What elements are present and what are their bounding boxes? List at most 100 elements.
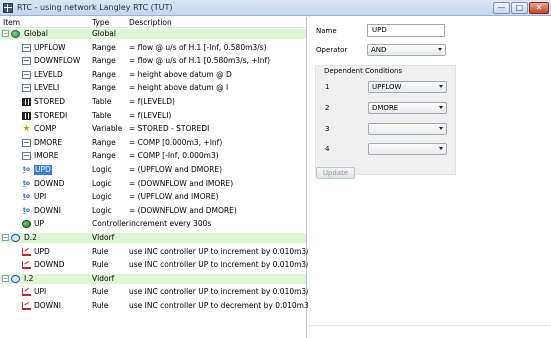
operator-select[interactable]: AND <box>367 44 446 56</box>
tree-row[interactable]: LEVELI Range = height above datum @ I <box>0 83 306 93</box>
tree-row[interactable]: t̲o UPD Logic = (UPFLOW and DMORE) <box>0 165 306 175</box>
tree-item-description: = (UPFLOW and IMORE) <box>129 192 219 202</box>
tree-row[interactable]: DOWND Rule use INC controller UP to increm… <box>0 260 313 270</box>
range-icon <box>22 84 31 93</box>
tree-row[interactable]: ★ COMP Variable = STORED - STOREDI <box>0 124 306 134</box>
tree-item-name: DOWNI <box>34 301 61 310</box>
close-button[interactable]: ✕ <box>529 2 549 14</box>
condition-1-select[interactable]: UPFLOW <box>368 81 447 93</box>
tree-item-type: Controller <box>92 219 129 229</box>
app-icon <box>3 3 13 13</box>
chevron-down-icon <box>439 106 443 109</box>
tree-row[interactable]: DOWNI Rule use INC controller UP to decrem… <box>0 301 315 311</box>
tree-item-name: DOWNI <box>34 205 61 215</box>
tree-row[interactable]: STOREDI Table = f(LEVELI) <box>0 111 306 121</box>
logic-icon: t̲o <box>23 206 30 214</box>
tree-row[interactable]: t̲o DOWNI Logic = (DOWNFLOW and DMORE) <box>0 206 306 216</box>
tree-item-description: = (DOWNFLOW and DMORE) <box>129 205 237 215</box>
node-icon <box>11 234 20 242</box>
tree-item-type: Logic <box>92 192 112 202</box>
rule-icon <box>22 302 31 310</box>
tree-row[interactable]: UPI Rule use INC controller UP to incremen… <box>0 287 313 297</box>
tree-row[interactable]: IMORE Range = COMP [-Inf, 0.000m3) <box>0 151 306 161</box>
tree-item-name: LEVELD <box>34 69 63 79</box>
tree-item-description: use INC controller UP to increment by 0.… <box>129 246 313 256</box>
tree-item-description: = COMP [-Inf, 0.000m3) <box>129 151 219 161</box>
tree-item-name: STOREDI <box>34 110 68 120</box>
controller-icon <box>22 220 31 229</box>
tree-item-name: I.2 <box>24 273 34 283</box>
condition-number: 4 <box>325 145 330 153</box>
operator-label: Operator <box>316 46 348 54</box>
chevron-down-icon <box>439 127 443 130</box>
tree-item-description: = flow @ u/s of H.1 [0.580m3/s, +Inf) <box>129 56 271 66</box>
tree-row[interactable]: UPFLOW Range = flow @ u/s of H.1 [-Inf, 0.… <box>0 43 306 53</box>
tree-item-type: Table <box>92 110 112 120</box>
tree-item-type: Range <box>92 137 116 147</box>
tree-item-type: Vldorf <box>92 233 115 242</box>
tree-row[interactable]: STORED Table = f(LEVELD) <box>0 97 306 107</box>
tree-item-type: Rule <box>92 301 109 310</box>
collapse-toggle-icon[interactable]: − <box>2 30 9 37</box>
tree-item-name: UPD <box>34 165 52 175</box>
column-header-item[interactable]: Item <box>3 18 20 27</box>
tree-item-type: Global <box>92 29 116 38</box>
tree-item-description: = (DOWNFLOW and IMORE) <box>129 178 234 188</box>
name-field[interactable]: UPD <box>367 24 445 37</box>
tree-item-description: = height above datum @ D <box>129 69 232 79</box>
collapse-toggle-icon[interactable]: − <box>2 274 9 282</box>
tree-item-description: = COMP [0.000m3, +Inf) <box>129 137 223 147</box>
maximize-button[interactable]: □ <box>511 2 528 14</box>
tree-item-name: D.2 <box>24 233 37 242</box>
tree-row[interactable]: UPD Rule use INC controller UP to incremen… <box>0 247 313 257</box>
tree-item-type: Range <box>92 151 116 161</box>
tree-item-description: = height above datum @ I <box>129 83 229 93</box>
column-header-description[interactable]: Description <box>129 18 172 27</box>
rule-icon <box>22 288 31 297</box>
range-icon <box>22 70 31 79</box>
tree-row[interactable]: t̲o DOWND Logic = (DOWNFLOW and IMORE) <box>0 179 306 189</box>
tree-item-description: = f(LEVELD) <box>129 97 175 106</box>
node-icon <box>11 274 20 283</box>
operator-value: AND <box>371 46 387 54</box>
tree-item-description: = (UPFLOW and DMORE) <box>129 165 223 174</box>
chevron-down-icon <box>439 85 443 88</box>
tree-row[interactable]: DOWNFLOW Range = flow @ u/s of H.1 [0.580m… <box>0 56 306 66</box>
minimize-button[interactable]: — <box>493 2 510 14</box>
tree-item-name: UPFLOW <box>34 42 66 52</box>
update-button[interactable]: Update <box>316 167 355 179</box>
tree-item-type: Rule <box>92 260 109 270</box>
tree-item-type: Logic <box>92 178 112 188</box>
tree-item-description: use INC controller UP to increment by 0.… <box>129 260 313 270</box>
tree-row[interactable]: − D.2 Vldorf <box>0 233 306 243</box>
tree-item-type: Logic <box>92 165 112 174</box>
tree-row[interactable]: DMORE Range = COMP [0.000m3, +Inf) <box>0 138 306 148</box>
tree-item-name: IMORE <box>34 151 59 161</box>
tree-item-type: Logic <box>92 205 112 215</box>
condition-1-value: UPFLOW <box>372 83 402 91</box>
tree-row[interactable]: t̲o UPI Logic = (UPFLOW and IMORE) <box>0 192 306 202</box>
tree-row[interactable]: − I.2 Vldorf <box>0 273 306 284</box>
tree-item-type: Table <box>92 97 112 106</box>
tree-item-type: Vldorf <box>92 273 115 283</box>
condition-3-select[interactable] <box>368 123 447 135</box>
collapse-toggle-icon[interactable]: − <box>2 234 9 241</box>
tree-item-description: use INC controller UP to decrement by 0.… <box>129 301 316 310</box>
tree-item-type: Range <box>92 42 116 52</box>
tree-item-type: Range <box>92 83 116 93</box>
tree-item-type: Range <box>92 56 116 66</box>
condition-2-select[interactable]: DMORE <box>368 102 447 114</box>
tree-item-name: LEVELI <box>34 83 60 93</box>
logic-icon: t̲o <box>23 179 30 187</box>
tree-item-name: DMORE <box>34 137 63 147</box>
tree-item-type: Rule <box>92 287 109 297</box>
condition-4-select[interactable] <box>368 143 447 155</box>
tree-row[interactable]: − Global Global <box>0 29 306 39</box>
column-header-type[interactable]: Type <box>92 18 109 27</box>
tree-item-name: COMP <box>34 124 57 134</box>
window-title: RTC - using network Langley RTC (TUT) <box>17 3 173 12</box>
tree-row[interactable]: UP Controller increment every 300s <box>0 219 306 229</box>
tree-row[interactable]: LEVELD Range = height above datum @ D <box>0 70 306 80</box>
tree-list-pane[interactable]: Item Type Description − Global Global UPFLO… <box>0 17 315 338</box>
table-icon <box>22 111 31 120</box>
